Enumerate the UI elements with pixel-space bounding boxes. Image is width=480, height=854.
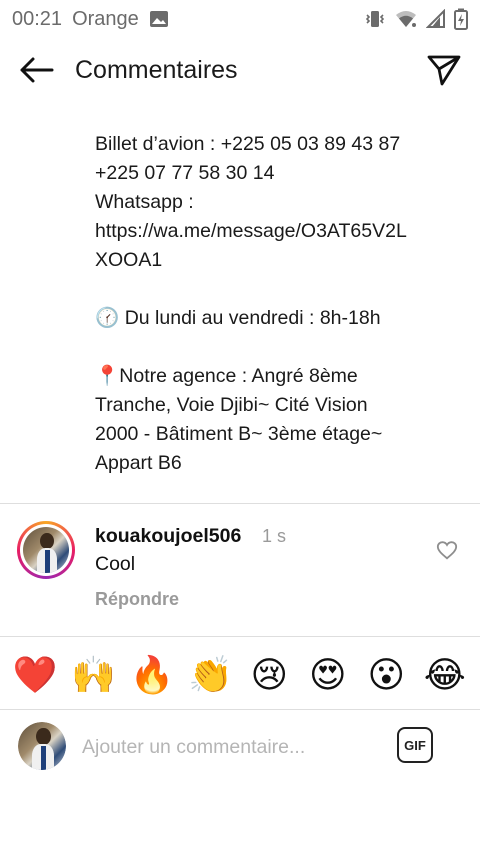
arrow-left-icon — [18, 56, 54, 89]
reaction-crying[interactable]: 😢 — [243, 658, 295, 694]
paper-plane-icon — [426, 53, 462, 92]
vibrate-icon — [364, 8, 386, 30]
gif-button[interactable]: GIF — [397, 727, 433, 763]
page-title: Commentaires — [75, 56, 238, 84]
caption-line: Billet d’avion : +225 05 03 89 43 87 — [95, 133, 401, 155]
status-carrier: Orange — [72, 7, 139, 30]
battery-charging-icon — [454, 8, 468, 30]
comment-text: Cool — [95, 553, 136, 575]
reaction-clapping[interactable]: 👏 — [185, 658, 237, 694]
header: Commentaires — [0, 38, 480, 106]
current-user-avatar — [18, 722, 66, 770]
like-comment-button[interactable] — [436, 539, 458, 561]
reaction-heart-eyes[interactable]: 😍 — [302, 658, 354, 694]
divider — [0, 636, 480, 637]
gallery-notification-icon — [149, 9, 169, 29]
caption-line: 🕜 Du lundi au vendredi : 8h-18h — [95, 307, 381, 329]
reaction-raising-hands[interactable]: 🙌 — [68, 658, 120, 694]
comment-input[interactable] — [82, 730, 382, 764]
reaction-fire[interactable]: 🔥 — [126, 658, 178, 694]
story-ring[interactable] — [17, 521, 75, 579]
share-button[interactable] — [422, 50, 466, 94]
caption-line: Whatsapp : https://wa.me/message/O3AT65V… — [95, 191, 407, 271]
reaction-laughing[interactable]: 😂 — [419, 658, 471, 694]
divider — [0, 709, 480, 710]
post-caption: Billet d’avion : +225 05 03 89 43 87 +22… — [95, 130, 415, 478]
back-button[interactable] — [14, 52, 58, 92]
quick-reactions-bar: ❤️ 🙌 🔥 👏 😢 😍 😮 😂 — [0, 648, 480, 704]
comment-username[interactable]: kouakoujoel506 — [95, 525, 241, 548]
divider — [0, 503, 480, 504]
reply-button[interactable]: Répondre — [95, 589, 179, 610]
cellular-signal-icon — [426, 9, 446, 29]
caption-line: +225 07 77 58 30 14 — [95, 162, 275, 184]
status-time: 00:21 — [12, 7, 63, 30]
comment-time: 1 s — [262, 526, 287, 546]
wifi-icon — [394, 9, 418, 29]
reaction-heart[interactable]: ❤️ — [9, 658, 61, 694]
reaction-surprised[interactable]: 😮 — [360, 658, 412, 694]
status-bar: 00:21 Orange — [0, 0, 480, 38]
comment-item: kouakoujoel506 1 s Cool Répondre — [0, 515, 480, 635]
caption-line: 📍Notre agence : Angré 8ème Tranche, Voie… — [95, 365, 387, 474]
avatar — [23, 527, 69, 573]
heart-icon — [436, 541, 458, 560]
comment-composer: GIF — [0, 716, 480, 778]
